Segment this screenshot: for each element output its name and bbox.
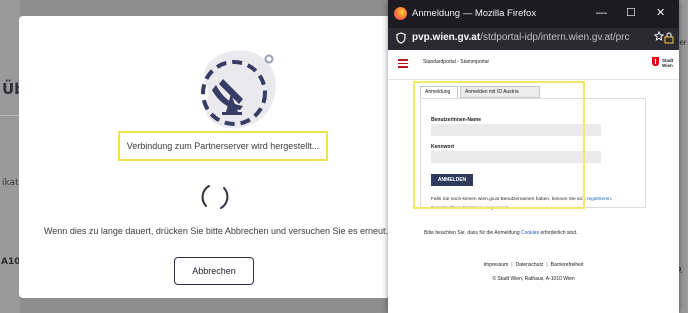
firefox-popup-window: Anmeldung — Mozilla Firefox — ☐ ✕ pvp.wi… <box>388 0 679 313</box>
url-text[interactable]: pvp.wien.gv.at/stdportal-idp/intern.wien… <box>412 32 650 43</box>
status-highlight: Verbindung zum Partnerserver wird herges… <box>118 131 328 161</box>
window-titlebar: Anmeldung — Mozilla Firefox — ☐ ✕ <box>388 0 679 28</box>
maximize-icon[interactable]: ☐ <box>626 7 636 19</box>
wien-shield-icon <box>652 57 659 66</box>
url-path: /stdportal-idp/intern.wien.gv.at/prc <box>480 32 630 43</box>
logo-text-wien: Wien <box>662 63 673 68</box>
footer-link-datenschutz[interactable]: Datenschutz <box>516 262 544 268</box>
firefox-logo-icon <box>394 7 407 20</box>
bookmark-star-icon[interactable] <box>654 31 664 41</box>
cookie-notice: Bitte beachten Sie, dass für die Anmeldu… <box>424 230 578 236</box>
portal-title: Standardportal - Stammportal <box>423 59 489 65</box>
satellite-dish-illustration <box>201 50 276 129</box>
background-code-fragment: A10 <box>1 257 21 267</box>
header-divider <box>388 79 679 80</box>
abort-button[interactable]: Abbrechen <box>174 257 254 285</box>
connection-dialog: Verbindung zum Partnerserver wird herges… <box>19 16 413 298</box>
footer-copyright: © Stadt Wien, Rathaus, A-1010 Wien <box>492 276 575 282</box>
address-bar[interactable]: pvp.wien.gv.at/stdportal-idp/intern.wien… <box>388 28 679 50</box>
hamburger-menu-icon[interactable] <box>398 59 408 70</box>
background-divider <box>0 115 20 116</box>
extensions-icon[interactable] <box>664 32 674 44</box>
cookies-link[interactable]: Cookies <box>521 230 539 236</box>
stadt-wien-logo[interactable]: Stadt Wien <box>652 57 674 73</box>
connection-status-text: Verbindung zum Partnerserver wird herges… <box>126 141 320 151</box>
close-icon[interactable]: ✕ <box>656 7 665 19</box>
timeout-hint: Wenn dies zu lange dauert, drücken Sie b… <box>43 226 389 236</box>
window-title: Anmeldung — Mozilla Firefox <box>412 8 537 19</box>
background-text-fragment: ikat <box>2 178 19 188</box>
footer-link-barrierefreiheit[interactable]: Barrierefreiheit <box>551 262 584 268</box>
shield-icon[interactable] <box>396 32 406 44</box>
minimize-icon[interactable]: — <box>596 7 607 19</box>
login-highlight <box>413 81 585 209</box>
footer-links: Impressum | Datenschutz | Barrierefreiheit <box>483 262 584 268</box>
url-host: pvp.wien.gv.at <box>412 32 481 43</box>
loading-spinner-icon <box>201 185 229 209</box>
portal-page: Standardportal - Stammportal Stadt Wien … <box>388 50 679 313</box>
register-link[interactable]: registrieren <box>587 197 611 202</box>
footer-link-impressum[interactable]: Impressum <box>484 262 509 268</box>
